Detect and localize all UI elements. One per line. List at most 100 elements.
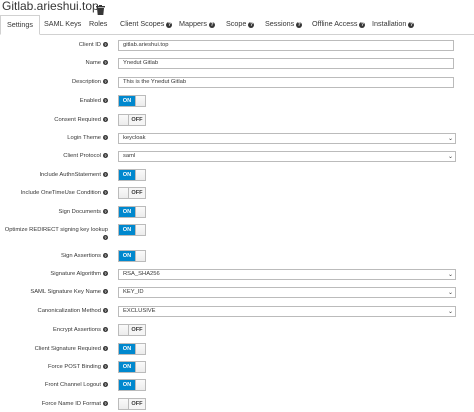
saml-key-name-select[interactable]: KEY_ID ⌄ [118,287,456,298]
chevron-down-icon: ⌄ [447,136,453,142]
switch-state: ON [119,170,135,180]
force-post-row: Force POST Binding? ON [0,361,474,373]
optimize-redirect-label: Optimize REDIRECT signing key lookup? [0,226,108,242]
switch-knob [135,96,145,106]
switch-knob [119,399,129,409]
help-icon: ? [248,22,255,28]
switch-knob [135,251,145,261]
include-authn-switch[interactable]: ON [118,169,146,181]
tab-mappers[interactable]: Mappers? [179,15,215,33]
switch-state: ON [119,225,135,235]
help-icon: ? [103,153,108,158]
help-icon: ? [103,135,108,140]
label-text: Consent Required [54,117,101,123]
switch-state: ON [119,96,135,106]
chevron-down-icon: ⌄ [447,309,453,315]
encrypt-assertions-switch[interactable]: OFF [118,324,146,336]
help-icon: ? [103,289,108,294]
tab-settings[interactable]: Settings [0,15,40,35]
force-post-switch[interactable]: ON [118,361,146,373]
sign-assertions-row: Sign Assertions? ON [0,250,474,262]
enabled-label: Enabled? [80,98,108,104]
sign-documents-label: Sign Documents? [58,209,108,215]
include-onetimeuse-switch[interactable]: OFF [118,187,146,199]
select-value: RSA_SHA256 [123,271,160,277]
force-name-id-switch[interactable]: OFF [118,398,146,410]
client-signature-label: Client Signature Required? [35,346,108,352]
help-icon: ? [208,22,215,28]
page-header: Gitlab.arieshui.top [0,0,474,15]
saml-key-name-label: SAML Signature Key Name? [30,289,108,295]
select-value: saml [123,153,136,159]
signature-algorithm-label: Signature Algorithm? [50,271,108,277]
label-text: Include AuthnStatement [39,172,101,178]
login-theme-row: Login Theme? keycloak ⌄ [0,133,474,145]
front-channel-row: Front Channel Logout? ON [0,379,474,391]
include-authn-row: Include AuthnStatement? ON [0,169,474,181]
label-text: Description [72,79,101,85]
switch-state: OFF [129,399,145,409]
select-value: keycloak [123,135,146,141]
help-icon: ? [103,346,108,351]
tab-client-scopes[interactable]: Client Scopes? [120,15,173,33]
help-icon: ? [103,253,108,258]
tab-offline-access[interactable]: Offline Access? [312,15,366,33]
select-value: EXCLUSIVE [123,308,156,314]
trash-icon[interactable] [96,2,105,15]
label-text: SAML Signature Key Name [30,289,101,295]
sign-documents-switch[interactable]: ON [118,206,146,218]
label-text: Canonicalization Method [37,308,101,314]
tab-label: Installation [372,19,407,28]
login-theme-select[interactable]: keycloak ⌄ [118,133,456,144]
front-channel-switch[interactable]: ON [118,379,146,391]
label-text: Client Signature Required [34,346,101,352]
switch-state: ON [119,207,135,217]
description-input[interactable]: This is the Ynedut Gitlab [118,77,454,88]
tab-label: Settings [7,20,33,29]
signature-algorithm-row: Signature Algorithm? RSA_SHA256 ⌄ [0,269,474,281]
help-icon: ? [408,22,415,28]
tab-label: SAML Keys [44,19,82,28]
help-icon: ? [103,172,108,177]
tab-scope[interactable]: Scope? [226,15,255,33]
select-value: KEY_ID [123,289,144,295]
enabled-switch[interactable]: ON [118,95,146,107]
switch-state: ON [119,380,135,390]
label-text: Sign Documents [58,209,101,215]
label-text: Force POST Binding [47,364,101,370]
client-protocol-select[interactable]: saml ⌄ [118,151,456,162]
client-signature-switch[interactable]: ON [118,343,146,355]
force-name-id-row: Force Name ID Format? OFF [0,398,474,410]
label-text: Login Theme [67,135,101,141]
help-icon: ? [103,117,108,122]
signature-algorithm-select[interactable]: RSA_SHA256 ⌄ [118,269,456,280]
force-name-id-label: Force Name ID Format? [42,401,108,407]
help-icon: ? [103,401,108,406]
help-icon: ? [103,271,108,276]
label-text: Optimize REDIRECT signing key lookup [4,227,108,233]
optimize-redirect-row: Optimize REDIRECT signing key lookup? ON [0,224,474,244]
tab-label: Offline Access [312,19,358,28]
client-signature-row: Client Signature Required? ON [0,343,474,355]
consent-required-row: Consent Required? OFF [0,114,474,126]
consent-required-switch[interactable]: OFF [118,114,146,126]
switch-knob [135,207,145,217]
sign-assertions-label: Sign Assertions? [61,253,108,259]
optimize-redirect-switch[interactable]: ON [118,224,146,236]
tab-installation[interactable]: Installation? [372,15,415,33]
tab-roles[interactable]: Roles [89,15,107,33]
tab-label: Roles [89,19,108,28]
canonicalization-select[interactable]: EXCLUSIVE ⌄ [118,306,456,317]
name-input[interactable]: Ynedut Gitlab [118,58,454,69]
switch-knob [119,188,129,198]
switch-state: ON [119,344,135,354]
sign-assertions-switch[interactable]: ON [118,250,146,262]
tab-sessions[interactable]: Sessions? [265,15,303,33]
include-onetimeuse-label: Include OneTimeUse Condition? [21,190,108,196]
tab-saml-keys[interactable]: SAML Keys [44,15,81,33]
client-id-input[interactable]: gitlab.arieshui.top [118,40,454,51]
consent-required-label: Consent Required? [54,117,108,123]
label-text: Front Channel Logout [44,382,101,388]
tab-label: Scope [226,19,247,28]
enabled-row: Enabled? ON [0,95,474,107]
